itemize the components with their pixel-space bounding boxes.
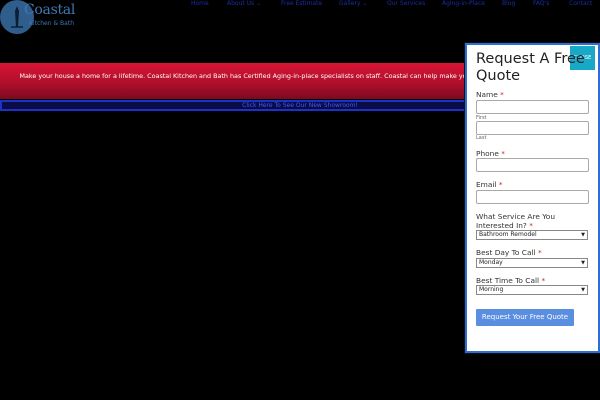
main-nav: Home About Us ⌄ Free Estimate Gallery ⌄ … — [180, 0, 600, 10]
modal-title: Request A Free Quote — [476, 51, 585, 84]
best-time-select[interactable]: Morning ▼ — [476, 285, 588, 295]
best-day-label: Best Day To Call * — [476, 248, 542, 257]
nav-item-label: Gallery — [339, 0, 361, 7]
email-input[interactable] — [476, 190, 589, 204]
first-name-input[interactable] — [476, 100, 589, 114]
best-time-select-value: Morning — [479, 286, 504, 293]
required-mark: * — [541, 276, 546, 285]
nav-item-about-us[interactable]: About Us ⌄ — [227, 0, 261, 7]
nav-item-our-services[interactable]: Our Services — [387, 0, 425, 7]
required-mark: * — [498, 180, 503, 189]
phone-label: Phone * — [476, 149, 505, 158]
best-day-select-value: Monday — [479, 259, 503, 266]
chevron-down-icon: ▼ — [581, 287, 585, 293]
nav-item-blog[interactable]: Blog — [502, 0, 515, 7]
service-label: What Service Are You Interested In? * — [476, 212, 594, 230]
logo-title: Coastal — [24, 2, 76, 18]
phone-input[interactable] — [476, 158, 589, 172]
chevron-down-icon: ⌄ — [362, 0, 368, 7]
nav-item-aging-in-place[interactable]: Aging-in-Place — [442, 0, 485, 7]
field-label-text: What Service Are You Interested In? — [476, 212, 555, 230]
site-logo[interactable]: Coastal Kitchen & Bath — [0, 0, 75, 34]
required-mark: * — [537, 248, 542, 257]
email-label: Email * — [476, 180, 503, 189]
lighthouse-icon — [11, 6, 23, 28]
nav-item-contact[interactable]: Contact — [569, 0, 592, 7]
last-sublabel: Last — [476, 135, 487, 141]
logo-subtitle: Kitchen & Bath — [29, 20, 74, 27]
field-label-text: Email — [476, 180, 497, 189]
nav-item-label: About Us — [227, 0, 255, 7]
submit-quote-button[interactable]: Request Your Free Quote — [476, 309, 574, 326]
service-select[interactable]: Bathroom Remodel ▼ — [476, 230, 588, 240]
best-day-select[interactable]: Monday ▼ — [476, 258, 588, 268]
field-label-text: Phone — [476, 149, 499, 158]
service-select-value: Bathroom Remodel — [479, 231, 537, 238]
field-label-text: Best Time To Call — [476, 276, 540, 285]
nav-item-free-estimate[interactable]: Free Estimate — [281, 0, 322, 7]
required-mark: * — [501, 149, 505, 158]
last-name-input[interactable] — [476, 121, 589, 135]
chevron-down-icon: ▼ — [581, 232, 585, 238]
best-time-label: Best Time To Call * — [476, 276, 545, 285]
nav-item-faqs[interactable]: FAQ's — [533, 0, 549, 7]
nav-item-home[interactable]: Home — [191, 0, 209, 7]
name-label: Name * — [476, 90, 504, 99]
nav-item-gallery[interactable]: Gallery ⌄ — [339, 0, 367, 7]
field-label-text: Name — [476, 90, 498, 99]
free-quote-modal: CLOSE Request A Free Quote Name * First … — [465, 43, 600, 353]
chevron-down-icon: ▼ — [581, 260, 585, 266]
field-label-text: Best Day To Call — [476, 248, 536, 257]
required-mark: * — [529, 221, 533, 230]
required-mark: * — [500, 90, 504, 99]
chevron-down-icon: ⌄ — [256, 0, 262, 7]
